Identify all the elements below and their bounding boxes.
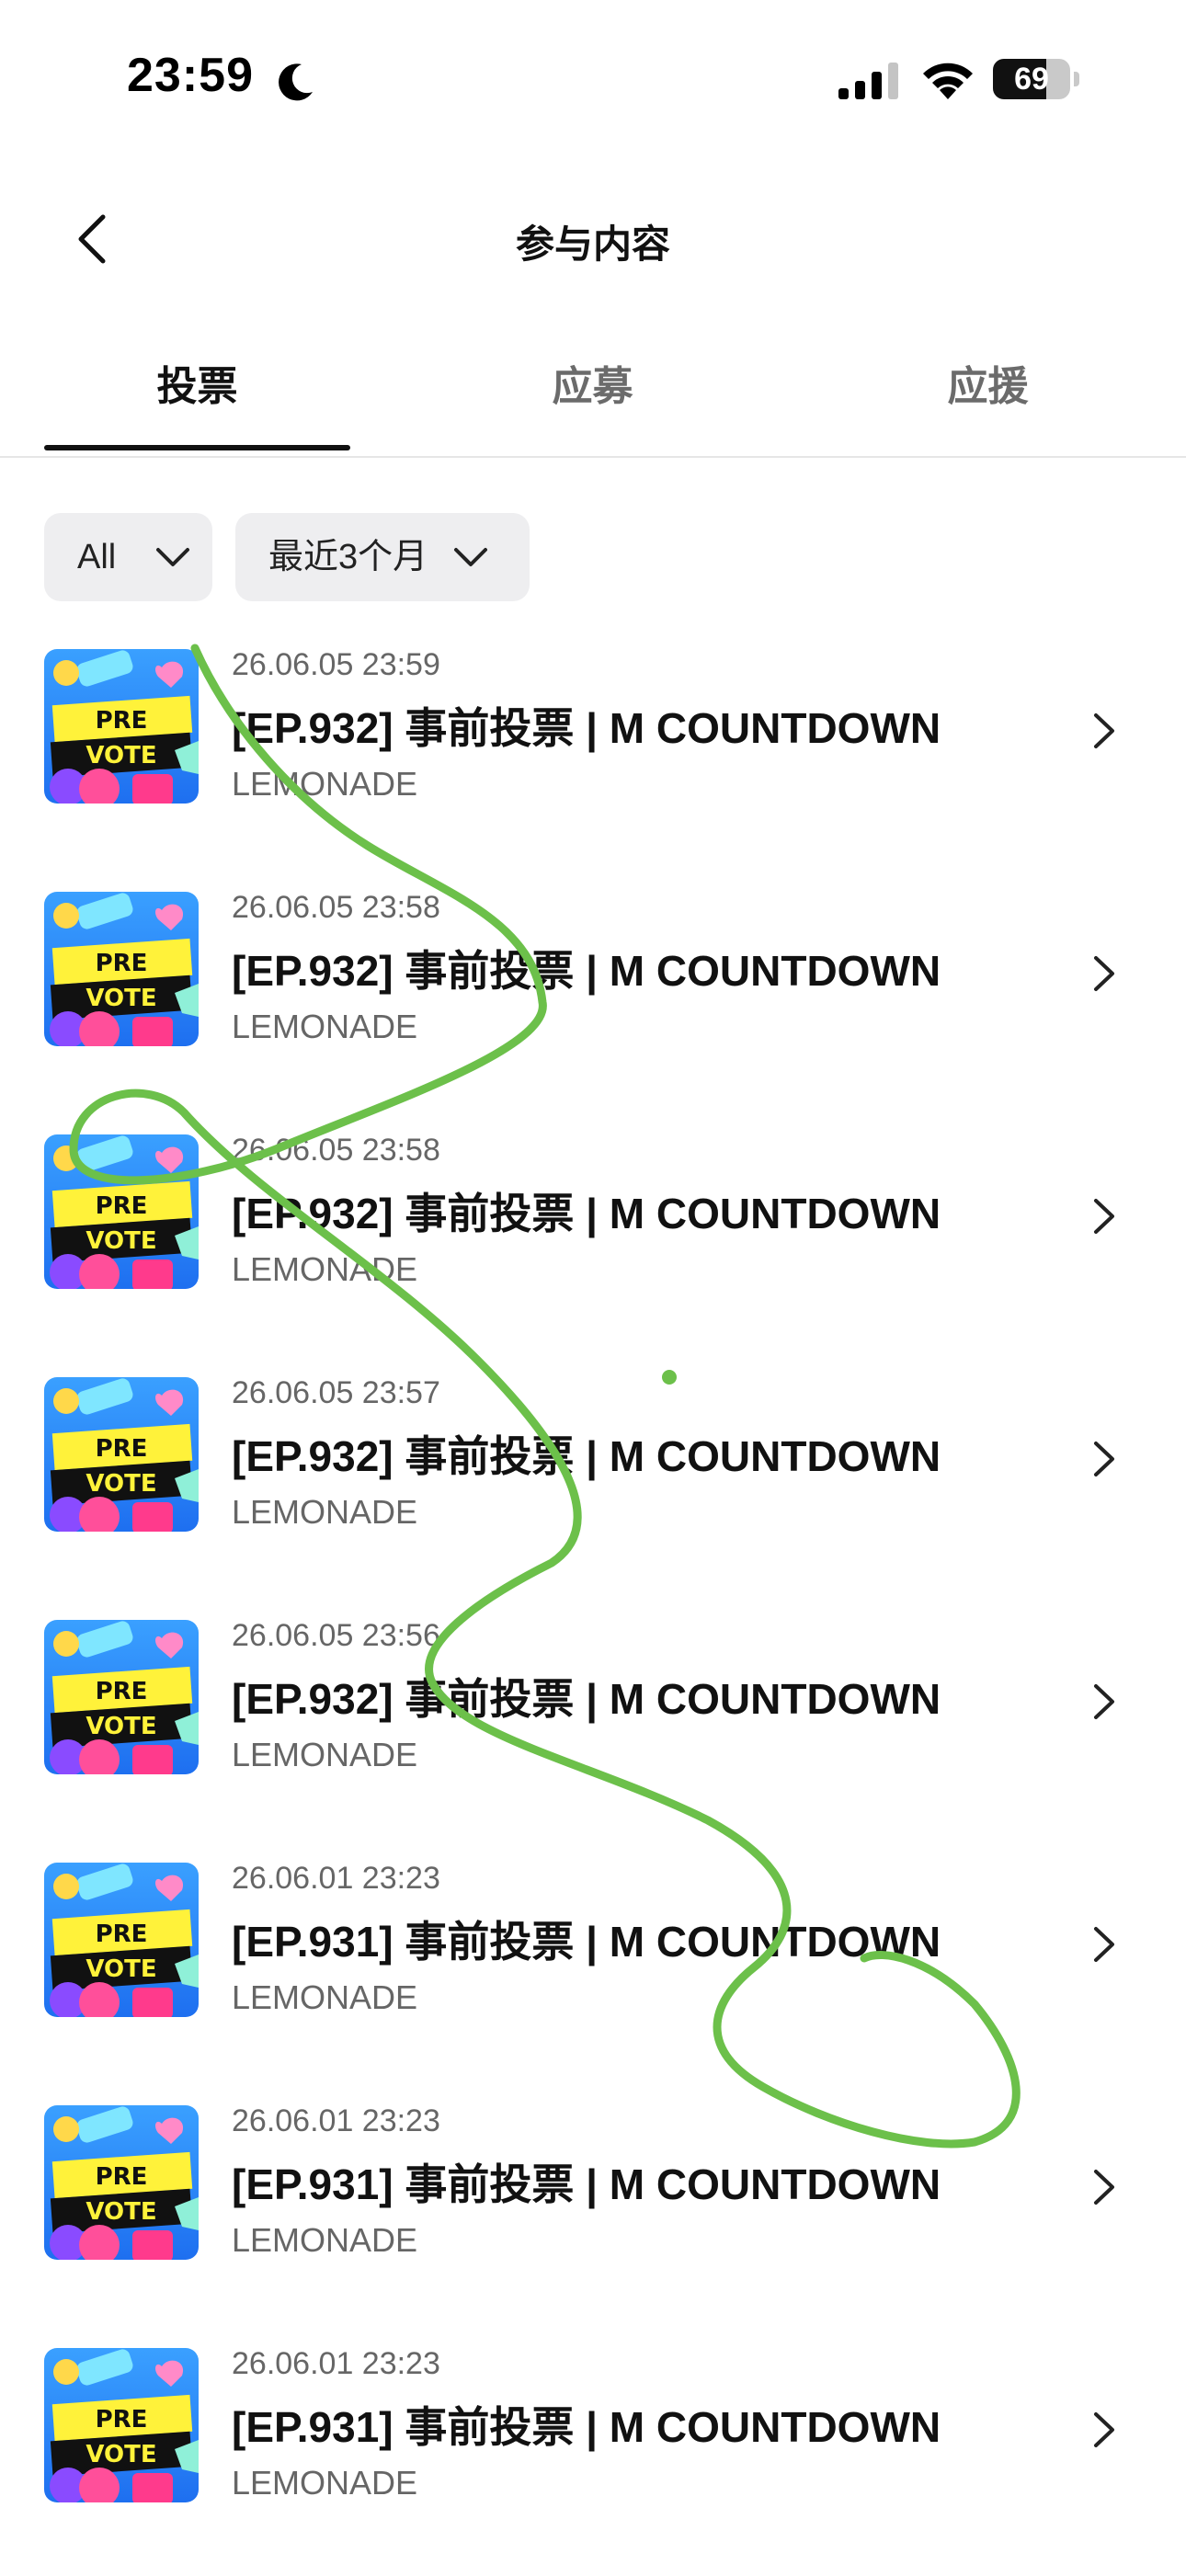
list-item[interactable]: PRE VOTE 26.06.01 23:23 [EP.931] 事前投票 | … xyxy=(0,1848,1186,2091)
thumb-line2: VOTE xyxy=(86,2441,156,2468)
item-date: 26.06.01 23:23 xyxy=(232,1861,440,1896)
tab-vote[interactable]: 投票 xyxy=(44,355,350,456)
item-date: 26.06.05 23:58 xyxy=(232,890,440,925)
page-title: 参与内容 xyxy=(515,222,670,266)
thumb-line2: VOTE xyxy=(86,1470,156,1498)
item-date: 26.06.01 23:23 xyxy=(232,2346,440,2381)
status-time: 23:59 xyxy=(127,49,254,102)
tab-support-label: 应援 xyxy=(947,364,1029,409)
pre-vote-thumbnail: PRE VOTE xyxy=(44,1620,199,1774)
item-title: [EP.932] 事前投票 | M COUNTDOWN xyxy=(232,947,941,995)
thumb-line1: PRE xyxy=(96,1435,148,1463)
item-title: [EP.932] 事前投票 | M COUNTDOWN xyxy=(232,1190,941,1237)
filter-all-dropdown[interactable]: All xyxy=(44,513,212,601)
item-artist: LEMONADE xyxy=(232,1978,418,2016)
item-title: [EP.932] 事前投票 | M COUNTDOWN xyxy=(232,1675,941,1723)
thumb-line1: PRE xyxy=(96,1192,148,1220)
item-title: [EP.931] 事前投票 | M COUNTDOWN xyxy=(232,1918,941,1966)
item-date: 26.06.05 23:59 xyxy=(232,647,440,682)
chevron-right-icon xyxy=(1094,1684,1114,1719)
thumb-line2: VOTE xyxy=(86,1713,156,1740)
list-item[interactable]: PRE VOTE 26.06.01 23:23 [EP.931] 事前投票 | … xyxy=(0,2333,1186,2576)
pre-vote-thumbnail: PRE VOTE xyxy=(44,649,199,804)
active-tab-indicator xyxy=(44,445,350,450)
filter-all-label: All xyxy=(77,538,117,576)
item-artist: LEMONADE xyxy=(232,765,418,803)
pre-vote-thumbnail: PRE VOTE xyxy=(44,892,199,1046)
thumb-line2: VOTE xyxy=(86,985,156,1012)
item-date: 26.06.01 23:23 xyxy=(232,2103,440,2138)
thumb-line2: VOTE xyxy=(86,742,156,769)
battery-level: 69 xyxy=(1014,62,1049,97)
thumb-line1: PRE xyxy=(96,1921,148,1948)
item-date: 26.06.05 23:57 xyxy=(232,1375,440,1410)
list-item[interactable]: PRE VOTE 26.06.05 23:58 [EP.932] 事前投票 | … xyxy=(0,1120,1186,1362)
item-title: [EP.932] 事前投票 | M COUNTDOWN xyxy=(232,1432,941,1480)
chevron-right-icon xyxy=(1094,1199,1114,1234)
pre-vote-thumbnail: PRE VOTE xyxy=(44,1377,199,1532)
item-artist: LEMONADE xyxy=(232,1250,418,1288)
chevron-right-icon xyxy=(1094,1927,1114,1962)
battery-icon: 69 xyxy=(993,59,1081,99)
thumb-line1: PRE xyxy=(96,2406,148,2434)
list-item[interactable]: PRE VOTE 26.06.05 23:59 [EP.932] 事前投票 | … xyxy=(0,634,1186,877)
item-artist: LEMONADE xyxy=(232,1493,418,1531)
pre-vote-thumbnail: PRE VOTE xyxy=(44,1134,199,1289)
list-item[interactable]: PRE VOTE 26.06.05 23:57 [EP.932] 事前投票 | … xyxy=(0,1362,1186,1605)
thumb-line2: VOTE xyxy=(86,1227,156,1255)
tab-bar: 投票 应募 应援 xyxy=(0,340,1186,458)
wifi-icon xyxy=(923,63,973,99)
chevron-right-icon xyxy=(1094,1442,1114,1476)
item-title: [EP.932] 事前投票 | M COUNTDOWN xyxy=(232,704,941,752)
list-item[interactable]: PRE VOTE 26.06.05 23:56 [EP.932] 事前投票 | … xyxy=(0,1605,1186,1848)
item-artist: LEMONADE xyxy=(232,1008,418,1045)
list-item[interactable]: PRE VOTE 26.06.05 23:58 [EP.932] 事前投票 | … xyxy=(0,877,1186,1120)
pre-vote-thumbnail: PRE VOTE xyxy=(44,2105,199,2260)
thumb-line1: PRE xyxy=(96,1678,148,1705)
thumb-line1: PRE xyxy=(96,2163,148,2191)
tab-apply[interactable]: 应募 xyxy=(439,355,746,456)
tab-vote-label: 投票 xyxy=(156,364,238,409)
tab-support[interactable]: 应援 xyxy=(835,355,1141,456)
thumb-line2: VOTE xyxy=(86,1955,156,1983)
filter-period-label: 最近3个月 xyxy=(268,538,428,576)
chevron-down-icon xyxy=(454,548,487,566)
item-artist: LEMONADE xyxy=(232,2221,418,2259)
pre-vote-thumbnail: PRE VOTE xyxy=(44,2348,199,2502)
chevron-right-icon xyxy=(1094,713,1114,748)
filter-period-dropdown[interactable]: 最近3个月 xyxy=(235,513,530,601)
item-date: 26.06.05 23:58 xyxy=(232,1133,440,1168)
header: 参与内容 xyxy=(0,184,1186,294)
item-artist: LEMONADE xyxy=(232,1736,418,1773)
item-artist: LEMONADE xyxy=(232,2464,418,2502)
battery-body: 69 xyxy=(993,59,1070,99)
thumb-line2: VOTE xyxy=(86,2198,156,2226)
chevron-right-icon xyxy=(1094,2412,1114,2447)
chevron-right-icon xyxy=(1094,956,1114,991)
status-bar: 23:59 69 xyxy=(0,0,1186,156)
moon-icon xyxy=(279,63,313,101)
thumb-line1: PRE xyxy=(96,707,148,735)
battery-cap xyxy=(1074,72,1079,86)
chevron-right-icon xyxy=(1094,2170,1114,2205)
item-title: [EP.931] 事前投票 | M COUNTDOWN xyxy=(232,2403,941,2451)
item-title: [EP.931] 事前投票 | M COUNTDOWN xyxy=(232,2160,941,2208)
tab-apply-label: 应募 xyxy=(552,364,633,409)
pre-vote-thumbnail: PRE VOTE xyxy=(44,1863,199,2017)
thumb-line1: PRE xyxy=(96,950,148,977)
item-date: 26.06.05 23:56 xyxy=(232,1618,440,1653)
chevron-down-icon xyxy=(156,548,189,566)
list-item[interactable]: PRE VOTE 26.06.01 23:23 [EP.931] 事前投票 | … xyxy=(0,2091,1186,2333)
signal-icon xyxy=(838,63,898,99)
